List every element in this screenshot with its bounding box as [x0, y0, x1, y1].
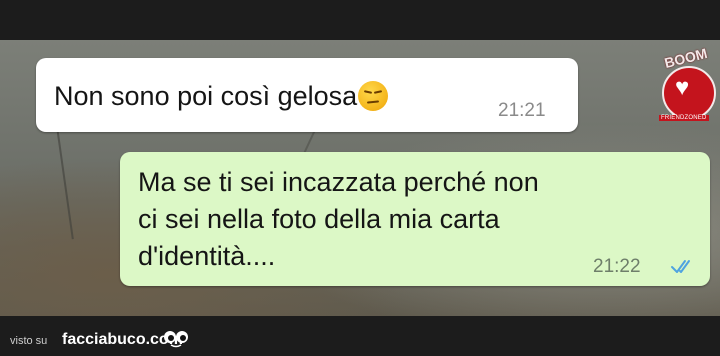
sent-message-line: d'identità....	[138, 241, 276, 271]
chat-background: Non sono poi così gelosa 21:21 Ma se ti …	[0, 40, 720, 316]
top-black-bar	[0, 0, 720, 40]
broken-heart-icon: ♥	[675, 74, 690, 101]
logo-subtitle: FRIENDZONED	[659, 115, 709, 121]
googly-eyes-icon	[164, 331, 188, 348]
sent-message-time: 21:22	[593, 256, 641, 277]
sent-message-line: ci sei nella foto della mia carta	[138, 204, 500, 234]
footer-prefix: visto su	[10, 335, 48, 347]
sent-message-text: Ma se ti sei incazzata perché non ci sei…	[138, 164, 618, 275]
sent-message-line: Ma se ti sei incazzata perché non	[138, 167, 539, 197]
received-message-bubble[interactable]: Non sono poi così gelosa 21:21	[36, 58, 578, 132]
unamused-face-icon	[358, 81, 389, 111]
sent-message-bubble[interactable]: Ma se ti sei incazzata perché non ci sei…	[120, 152, 710, 286]
boom-friendzoned-logo: BOOM ♥ FRIENDZONED	[656, 45, 720, 121]
received-message-text: Non sono poi così gelosa	[54, 78, 389, 115]
double-check-icon	[671, 260, 690, 273]
received-message-time: 21:21	[498, 100, 546, 121]
